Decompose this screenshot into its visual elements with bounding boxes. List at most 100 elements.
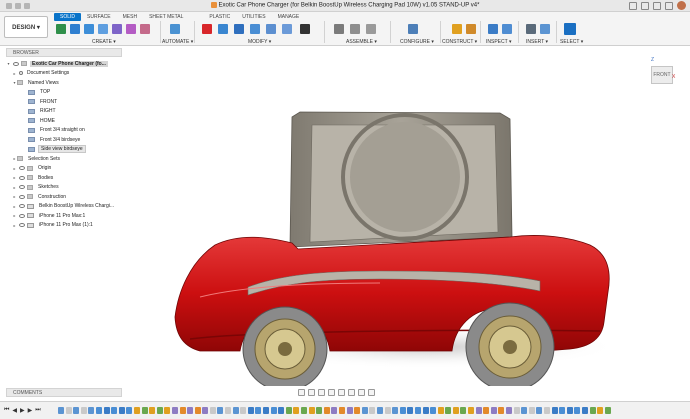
timeline-feature-icon[interactable] bbox=[369, 407, 376, 414]
tree-bodies[interactable]: ▸ Bodies bbox=[6, 173, 122, 183]
timeline-feature-icon[interactable] bbox=[247, 407, 254, 414]
viewports-icon[interactable] bbox=[368, 389, 375, 396]
extrude-icon[interactable] bbox=[70, 24, 80, 34]
tree-view-front-straight[interactable]: Front 3/4 straight on bbox=[6, 126, 122, 136]
measure-icon[interactable] bbox=[488, 24, 498, 34]
configure-menu[interactable]: CONFIGURE ▾ bbox=[400, 39, 434, 45]
help-icon[interactable] bbox=[665, 1, 673, 10]
timeline-feature-icon[interactable] bbox=[202, 407, 209, 414]
timeline-feature-icon[interactable] bbox=[521, 407, 528, 414]
tree-sketches[interactable]: ▸ Sketches bbox=[6, 183, 122, 193]
look-at-icon[interactable] bbox=[308, 389, 315, 396]
timeline-feature-icon[interactable] bbox=[551, 407, 558, 414]
timeline-feature-icon[interactable] bbox=[559, 407, 566, 414]
configure-icon[interactable] bbox=[408, 24, 418, 34]
workspace-switcher-button[interactable]: DESIGN ▾ bbox=[4, 16, 48, 38]
tab-sheet-metal[interactable]: SHEET METAL bbox=[143, 13, 189, 21]
timeline-feature-icon[interactable] bbox=[149, 407, 156, 414]
tree-view-side-birdseye[interactable]: Side view birdseye bbox=[6, 145, 122, 155]
tree-construction[interactable]: ▸ Construction bbox=[6, 192, 122, 202]
tree-view-right[interactable]: RIGHT bbox=[6, 107, 122, 117]
joint-icon[interactable] bbox=[334, 24, 344, 34]
timeline-feature-icon[interactable] bbox=[65, 407, 72, 414]
timeline-feature-icon[interactable] bbox=[164, 407, 171, 414]
joint-origin-icon[interactable] bbox=[366, 24, 376, 34]
move-icon[interactable] bbox=[300, 24, 310, 34]
timeline-feature-icon[interactable] bbox=[604, 407, 611, 414]
timeline-feature-icon[interactable] bbox=[414, 407, 421, 414]
orbit-icon[interactable] bbox=[298, 389, 305, 396]
timeline-feature-icon[interactable] bbox=[589, 407, 596, 414]
timeline-feature-icon[interactable] bbox=[399, 407, 406, 414]
timeline-feature-icon[interactable] bbox=[498, 407, 505, 414]
timeline-feature-icon[interactable] bbox=[536, 407, 543, 414]
plane-icon[interactable] bbox=[466, 24, 476, 34]
timeline-feature-icon[interactable] bbox=[126, 407, 133, 414]
timeline-feature-icon[interactable] bbox=[118, 407, 125, 414]
visibility-icon[interactable] bbox=[19, 213, 25, 218]
timeline-feature-icon[interactable] bbox=[544, 407, 550, 414]
timeline-feature-icon[interactable] bbox=[209, 407, 216, 414]
section-analysis-icon[interactable] bbox=[502, 24, 512, 34]
timeline-feature-icon[interactable] bbox=[141, 407, 148, 414]
select-menu[interactable]: SELECT ▾ bbox=[560, 39, 583, 45]
visibility-icon[interactable] bbox=[19, 185, 25, 190]
timeline-feature-icon[interactable] bbox=[103, 407, 110, 414]
press-pull-icon[interactable] bbox=[218, 24, 228, 34]
tree-named-views[interactable]: ▾ Named Views bbox=[6, 78, 122, 88]
timeline-feature-icon[interactable] bbox=[468, 407, 475, 414]
timeline-feature-icon[interactable] bbox=[73, 407, 80, 414]
timeline-feature-icon[interactable] bbox=[111, 407, 118, 414]
timeline-feature-icon[interactable] bbox=[445, 407, 452, 414]
timeline-feature-icon[interactable] bbox=[566, 407, 573, 414]
timeline-feature-icon[interactable] bbox=[133, 407, 140, 414]
timeline-feature-icon[interactable] bbox=[376, 407, 383, 414]
timeline-feature-icon[interactable] bbox=[483, 407, 490, 414]
fillet-icon[interactable] bbox=[234, 24, 244, 34]
timeline-feature-icon[interactable] bbox=[308, 407, 315, 414]
browser-header[interactable]: BROWSER bbox=[6, 48, 122, 57]
visibility-icon[interactable] bbox=[19, 194, 25, 199]
tree-selection-sets[interactable]: ▸ Selection Sets bbox=[6, 154, 122, 164]
as-built-joint-icon[interactable] bbox=[350, 24, 360, 34]
inspect-menu[interactable]: INSPECT ▾ bbox=[486, 39, 511, 45]
display-settings-icon[interactable] bbox=[348, 389, 355, 396]
timeline-feature-icon[interactable] bbox=[293, 407, 300, 414]
new-tab-icon[interactable] bbox=[629, 1, 637, 10]
fit-icon[interactable] bbox=[338, 389, 345, 396]
insert-icon[interactable] bbox=[526, 24, 536, 34]
visibility-icon[interactable] bbox=[19, 175, 25, 180]
timeline-feature-icon[interactable] bbox=[513, 407, 520, 414]
automate-menu[interactable]: AUTOMATE ▾ bbox=[162, 39, 193, 45]
automate-icon[interactable] bbox=[170, 24, 180, 34]
tab-surface[interactable]: SURFACE bbox=[81, 13, 117, 21]
timeline-feature-icon[interactable] bbox=[278, 407, 285, 414]
timeline-feature-icon[interactable] bbox=[285, 407, 292, 414]
timeline-feature-icon[interactable] bbox=[171, 407, 178, 414]
go-to-end-button[interactable]: ⏭ bbox=[35, 407, 40, 414]
grid-icon[interactable] bbox=[358, 389, 365, 396]
avatar[interactable] bbox=[677, 1, 686, 10]
tab-solid[interactable]: SOLID bbox=[54, 13, 82, 21]
tab-mesh[interactable]: MESH bbox=[117, 13, 143, 21]
timeline-feature-icon[interactable] bbox=[194, 407, 201, 414]
shell-icon[interactable] bbox=[250, 24, 260, 34]
view-cube[interactable]: Z FRONT X bbox=[648, 57, 676, 88]
timeline-feature-icon[interactable] bbox=[187, 407, 194, 414]
tab-utilities[interactable]: UTILITIES bbox=[236, 13, 271, 21]
timeline-feature-icon[interactable] bbox=[156, 407, 163, 414]
timeline-feature-icon[interactable] bbox=[58, 407, 64, 414]
pattern-icon[interactable] bbox=[126, 24, 136, 34]
step-back-button[interactable]: ◀ bbox=[12, 407, 17, 414]
timeline-feature-icon[interactable] bbox=[301, 407, 307, 414]
mirror-icon[interactable] bbox=[140, 24, 150, 34]
visibility-icon[interactable] bbox=[19, 166, 25, 171]
timeline-feature-icon[interactable] bbox=[217, 407, 224, 414]
timeline-feature-icon[interactable] bbox=[338, 407, 345, 414]
timeline-feature-icon[interactable] bbox=[225, 407, 232, 414]
insert-image-icon[interactable] bbox=[540, 24, 550, 34]
tree-view-front[interactable]: FRONT bbox=[6, 97, 122, 107]
timeline-feature-icon[interactable] bbox=[460, 407, 467, 414]
timeline-feature-icon[interactable] bbox=[354, 407, 361, 414]
visibility-icon[interactable] bbox=[19, 204, 25, 209]
